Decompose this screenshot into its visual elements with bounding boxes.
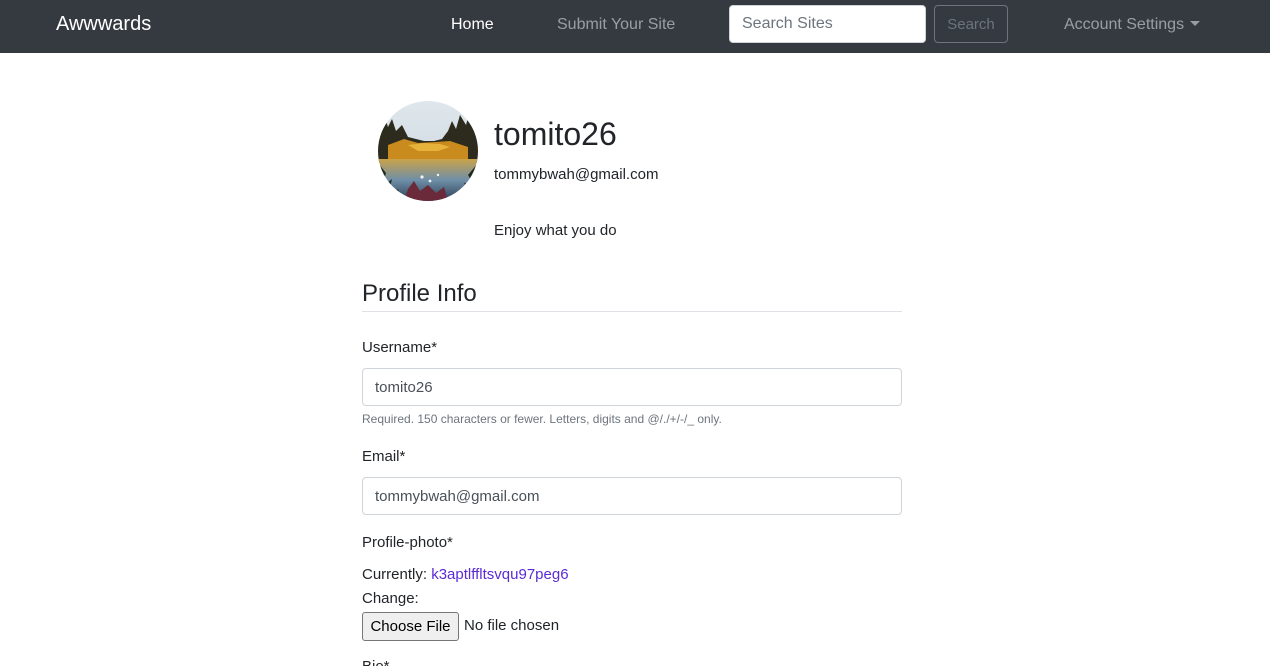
username-help-text: Required. 150 characters or fewer. Lette… bbox=[362, 412, 722, 426]
current-photo-line: Currently: k3aptlffltsvqu97peg6 bbox=[362, 566, 569, 583]
search-input[interactable] bbox=[729, 5, 926, 43]
profile-bio: Enjoy what you do bbox=[494, 222, 617, 239]
username-field[interactable] bbox=[362, 368, 902, 406]
section-divider bbox=[362, 311, 902, 312]
brand-link[interactable]: Awwwards bbox=[56, 13, 151, 36]
change-label: Change: bbox=[362, 590, 419, 607]
navbar: Awwwards Home Submit Your Site Search Ac… bbox=[0, 0, 1270, 53]
username-label: Username* bbox=[362, 339, 438, 356]
account-settings-label: Account Settings bbox=[1064, 16, 1185, 33]
file-status-text: No file chosen bbox=[464, 617, 560, 634]
email-field[interactable] bbox=[362, 477, 902, 515]
caret-down-icon bbox=[1190, 21, 1201, 26]
landscape-photo bbox=[378, 101, 478, 201]
profile-info-heading: Profile Info bbox=[362, 280, 477, 307]
profile-username: tomito26 bbox=[494, 116, 617, 152]
current-photo-link[interactable]: k3aptlffltsvqu97peg6 bbox=[431, 566, 568, 583]
email-label: Email* bbox=[362, 448, 406, 465]
nav-link-home[interactable]: Home bbox=[451, 16, 494, 34]
currently-label: Currently: bbox=[362, 566, 428, 583]
account-settings-dropdown[interactable]: Account Settings bbox=[1064, 16, 1201, 34]
profile-email: tommybwah@gmail.com bbox=[494, 166, 659, 183]
choose-file-button[interactable]: Choose File bbox=[362, 612, 459, 641]
nav-link-submit-site[interactable]: Submit Your Site bbox=[557, 16, 675, 34]
bio-label: Bio* bbox=[362, 658, 390, 666]
profile-avatar bbox=[378, 101, 478, 201]
search-button[interactable]: Search bbox=[934, 5, 1008, 43]
profile-photo-label: Profile-photo* bbox=[362, 534, 453, 551]
